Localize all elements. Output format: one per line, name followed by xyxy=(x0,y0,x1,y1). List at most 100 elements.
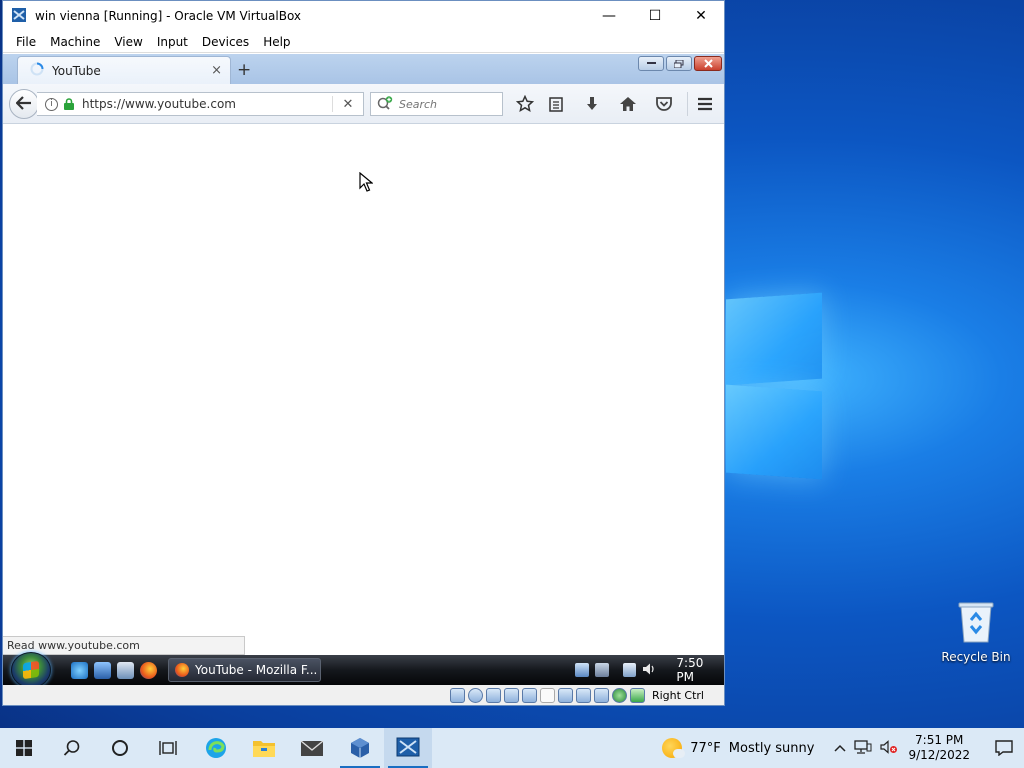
windows-taskbar: 77°F Mostly sunny 7:51 PM 9/12/2022 xyxy=(0,728,1024,768)
audio-status-icon[interactable] xyxy=(485,687,501,703)
tray-tool-icon[interactable] xyxy=(594,663,609,677)
menu-file[interactable]: File xyxy=(9,35,43,49)
network-icon[interactable] xyxy=(854,739,872,757)
vt-x-status-icon[interactable] xyxy=(593,687,609,703)
downloads-icon[interactable] xyxy=(582,94,602,114)
virtualbox-window: win vienna [Running] - Oracle VM Virtual… xyxy=(2,0,725,706)
show-desktop-icon[interactable] xyxy=(94,662,111,679)
switch-windows-icon[interactable] xyxy=(117,662,134,679)
mouse-cursor-icon xyxy=(359,171,374,195)
windows-start-icon xyxy=(16,740,32,756)
tab-close-icon[interactable]: × xyxy=(211,63,222,78)
folder-icon xyxy=(253,741,275,757)
vbox-close-button[interactable]: ✕ xyxy=(678,1,724,31)
vista-start-orb[interactable] xyxy=(11,652,51,685)
back-button[interactable] xyxy=(9,89,39,119)
menu-help[interactable]: Help xyxy=(256,35,297,49)
guest-minimize-button[interactable] xyxy=(638,56,664,71)
bookmarks-list-icon[interactable] xyxy=(546,94,566,114)
vista-task-firefox[interactable]: YouTube - Mozilla F... xyxy=(168,658,321,682)
recycle-bin-shortcut[interactable]: Recycle Bin xyxy=(940,600,1012,664)
firefox-tabstrip: YouTube × + xyxy=(3,54,724,84)
taskbar-virtualbox-manager[interactable] xyxy=(336,728,384,768)
vbox-minimize-button[interactable]: — xyxy=(586,1,632,31)
pocket-icon[interactable] xyxy=(654,94,674,114)
mouse-integration-status-icon[interactable] xyxy=(611,687,627,703)
vista-task-label: YouTube - Mozilla F... xyxy=(195,663,318,677)
taskbar-mail[interactable] xyxy=(288,728,336,768)
clock-time: 7:51 PM xyxy=(915,733,964,747)
url-bar[interactable]: i https://www.youtube.com ✕ xyxy=(37,92,364,116)
firefox-navbar: i https://www.youtube.com ✕ xyxy=(3,84,724,124)
back-arrow-icon xyxy=(15,95,32,114)
menu-devices[interactable]: Devices xyxy=(195,35,256,49)
page-content[interactable] xyxy=(3,124,724,654)
shared-folders-status-icon[interactable] xyxy=(539,687,555,703)
recycle-bin-icon xyxy=(957,600,995,644)
vista-system-tray: 7:50 PM xyxy=(575,655,724,685)
menu-input[interactable]: Input xyxy=(150,35,195,49)
clock-date: 9/12/2022 xyxy=(908,748,970,762)
site-info-icon[interactable]: i xyxy=(45,97,58,111)
search-button[interactable] xyxy=(48,728,96,768)
vbox-window-title: win vienna [Running] - Oracle VM Virtual… xyxy=(35,9,302,23)
home-icon[interactable] xyxy=(618,94,638,114)
taskbar-file-explorer[interactable] xyxy=(240,728,288,768)
weather-description: Mostly sunny xyxy=(728,740,815,756)
firefox-quicklaunch-icon[interactable] xyxy=(140,662,157,679)
optical-drive-status-icon[interactable] xyxy=(467,687,483,703)
search-input[interactable] xyxy=(399,97,494,111)
vbox-statusbar: Right Ctrl xyxy=(3,685,724,705)
menu-machine[interactable]: Machine xyxy=(43,35,107,49)
hamburger-menu-icon[interactable] xyxy=(695,94,715,114)
taskbar-clock[interactable]: 7:51 PM 9/12/2022 xyxy=(908,733,970,763)
keyboard-capture-status-icon[interactable] xyxy=(629,687,645,703)
chevron-up-icon[interactable] xyxy=(834,741,846,755)
guest-screen[interactable]: YouTube × + i https://www.youtube.com ✕ … xyxy=(3,54,724,685)
url-text[interactable]: https://www.youtube.com xyxy=(82,97,236,111)
hard-disk-status-icon[interactable] xyxy=(449,687,465,703)
guest-restore-button[interactable] xyxy=(666,56,692,71)
vbox-maximize-button[interactable]: ☐ xyxy=(632,1,678,31)
weather-temperature: 77°F xyxy=(690,740,721,756)
notification-icon xyxy=(995,740,1013,756)
system-tray xyxy=(834,739,898,757)
edge-icon xyxy=(206,738,226,758)
weather-sun-icon xyxy=(662,738,686,758)
url-clear-icon[interactable]: ✕ xyxy=(333,97,363,112)
secure-lock-icon[interactable] xyxy=(64,98,74,110)
tab-title: YouTube xyxy=(52,63,101,78)
vbox-titlebar[interactable]: win vienna [Running] - Oracle VM Virtual… xyxy=(3,1,724,31)
network-status-icon[interactable] xyxy=(503,687,519,703)
start-button[interactable] xyxy=(0,728,48,768)
virtualbox-cube-icon xyxy=(351,738,369,758)
guest-close-button[interactable] xyxy=(694,56,722,71)
vista-clock[interactable]: 7:50 PM xyxy=(676,656,724,684)
task-view-button[interactable] xyxy=(144,728,192,768)
search-icon xyxy=(63,740,80,756)
bookmark-star-icon[interactable] xyxy=(515,94,535,114)
taskbar-vm-window[interactable] xyxy=(384,728,432,768)
taskbar-edge[interactable] xyxy=(192,728,240,768)
tab-youtube[interactable]: YouTube × xyxy=(17,56,231,84)
network-icon[interactable] xyxy=(622,663,637,677)
loading-spinner-icon xyxy=(30,62,44,79)
cortana-circle-icon xyxy=(112,740,128,756)
new-tab-button[interactable]: + xyxy=(237,60,251,80)
menu-view[interactable]: View xyxy=(107,35,149,49)
display-status-icon[interactable] xyxy=(557,687,573,703)
vbox-menubar: File Machine View Input Devices Help xyxy=(3,31,724,53)
volume-icon[interactable] xyxy=(642,662,656,679)
usb-status-icon[interactable] xyxy=(521,687,537,703)
search-box[interactable] xyxy=(370,92,503,116)
volume-muted-icon[interactable] xyxy=(880,739,898,757)
weather-widget[interactable]: 77°F Mostly sunny xyxy=(662,738,814,758)
ie-quicklaunch-icon[interactable] xyxy=(71,662,88,679)
action-center-button[interactable] xyxy=(984,728,1024,768)
cortana-button[interactable] xyxy=(96,728,144,768)
firefox-icon xyxy=(175,663,189,677)
vbox-additions-tray-icon[interactable] xyxy=(575,663,589,677)
vm-display-icon xyxy=(396,737,420,757)
search-engine-icon[interactable] xyxy=(377,95,393,113)
video-capture-status-icon[interactable] xyxy=(575,687,591,703)
